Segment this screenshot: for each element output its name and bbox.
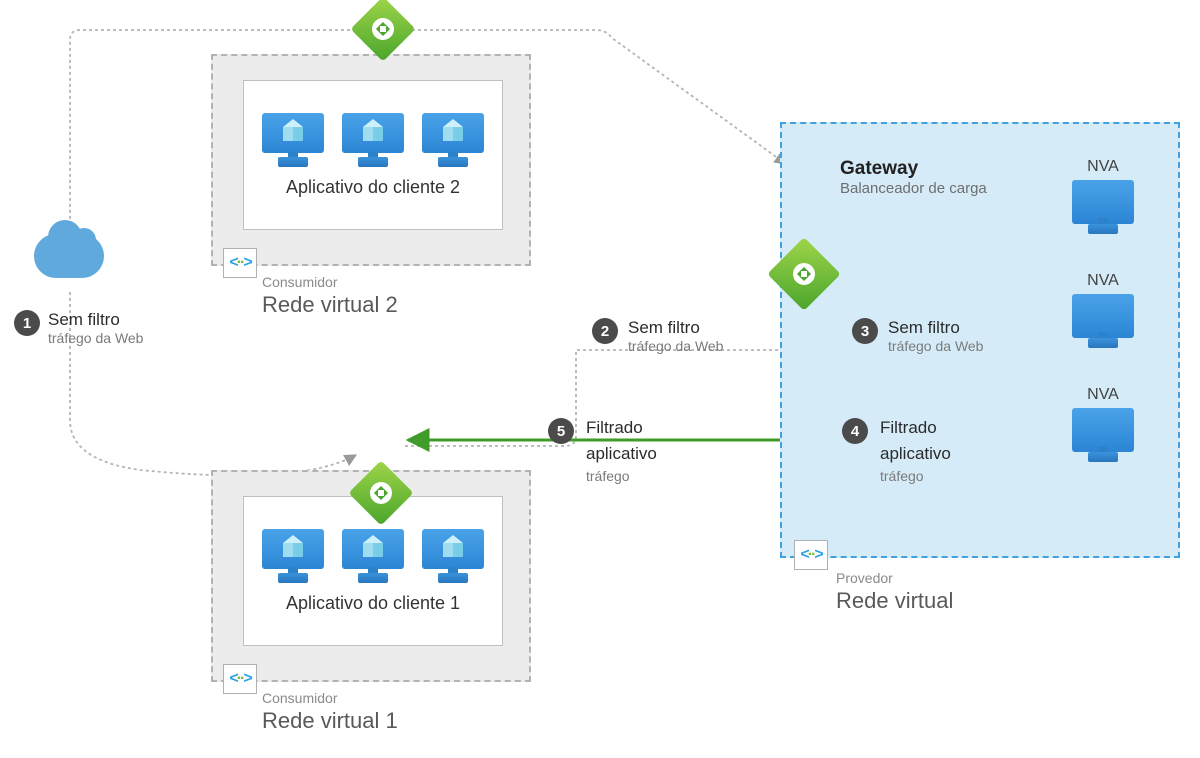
vm-icon <box>262 529 324 583</box>
step-badge: 5 <box>548 418 574 444</box>
step-title: Sem filtro <box>48 310 143 330</box>
step-title: Filtrado <box>880 418 951 438</box>
nva-2: NVA <box>1072 272 1134 348</box>
step-title: Filtrado <box>586 418 657 438</box>
gateway-label: Gateway Balanceador de carga <box>840 158 987 197</box>
step-2: 2 Sem filtro tráfego da Web <box>592 318 723 354</box>
nva-1: NVA <box>1072 158 1134 234</box>
step-sub1: aplicativo <box>586 444 657 464</box>
app-label: Aplicativo do cliente 2 <box>286 177 460 198</box>
vm-icon <box>342 113 404 167</box>
step-sub: tráfego da Web <box>628 338 723 354</box>
nva-icon <box>1072 180 1134 234</box>
vm-icon <box>342 529 404 583</box>
nva-icon <box>1072 408 1134 462</box>
step-badge: 4 <box>842 418 868 444</box>
vm-icon <box>262 113 324 167</box>
nva-icon <box>1072 294 1134 348</box>
step-1: 1 Sem filtro tráfego da Web <box>14 310 143 346</box>
step-3: 3 Sem filtro tráfego da Web <box>852 318 983 354</box>
step-title: Sem filtro <box>628 318 723 338</box>
vm-row <box>262 113 484 167</box>
step-title: Sem filtro <box>888 318 983 338</box>
step-badge: 1 <box>14 310 40 336</box>
step-5: 5 Filtrado aplicativo tráfego <box>548 418 657 484</box>
vm-icon <box>422 113 484 167</box>
app-label: Aplicativo do cliente 1 <box>286 593 460 614</box>
vnet-consumer2-label: Consumidor Rede virtual 2 <box>262 274 398 318</box>
vnet-provider-label: Provedor Rede virtual <box>836 570 953 614</box>
step-4: 4 Filtrado aplicativo tráfego <box>842 418 951 484</box>
internet-cloud <box>34 234 104 278</box>
step-badge: 2 <box>592 318 618 344</box>
nva-3: NVA <box>1072 386 1134 462</box>
vnet-tag-icon: <··> <box>223 248 257 278</box>
step-sub2: tráfego <box>880 468 951 484</box>
step-sub: tráfego da Web <box>48 330 143 346</box>
step-sub: tráfego da Web <box>888 338 983 354</box>
gateway-load-balancer-icon <box>778 248 830 300</box>
vm-row <box>262 529 484 583</box>
vnet-consumer2: Aplicativo do cliente 2 <··> <box>211 54 531 266</box>
vnet-tag-icon: <··> <box>794 540 828 570</box>
vnet-tag-icon: <··> <box>223 664 257 694</box>
step-badge: 3 <box>852 318 878 344</box>
app-consumer2: Aplicativo do cliente 2 <box>243 80 503 230</box>
load-balancer-icon <box>358 470 404 516</box>
vm-icon <box>422 529 484 583</box>
step-sub1: aplicativo <box>880 444 951 464</box>
load-balancer-icon <box>360 6 406 52</box>
vnet-consumer1-label: Consumidor Rede virtual 1 <box>262 690 398 734</box>
step-sub2: tráfego <box>586 468 657 484</box>
